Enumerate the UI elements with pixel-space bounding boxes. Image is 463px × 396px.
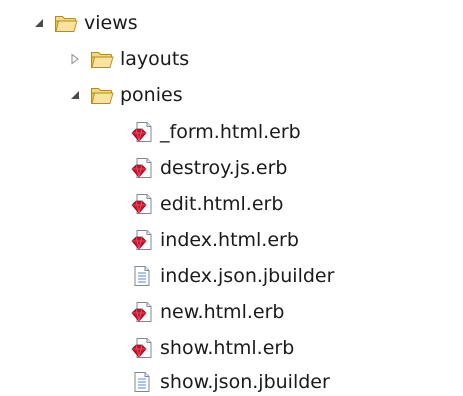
folder-open-icon bbox=[90, 48, 114, 70]
ruby-file-icon bbox=[130, 229, 154, 251]
tree-file-label: index.html.erb bbox=[160, 229, 299, 251]
tree-node-label: layouts bbox=[120, 48, 190, 70]
tree-node-views[interactable]: views bbox=[30, 8, 138, 38]
ruby-file-icon bbox=[130, 193, 154, 215]
tree-file-label: _form.html.erb bbox=[160, 121, 301, 143]
expanded-arrow-icon[interactable] bbox=[66, 86, 84, 104]
tree-file-label: destroy.js.erb bbox=[160, 157, 288, 179]
ruby-file-icon bbox=[130, 337, 154, 359]
tree-file-destroy-js-erb[interactable]: destroy.js.erb bbox=[130, 153, 287, 183]
collapsed-arrow-icon[interactable] bbox=[66, 50, 84, 68]
tree-file-index-html-erb[interactable]: index.html.erb bbox=[130, 225, 299, 255]
tree-file-label: show.html.erb bbox=[160, 337, 295, 359]
tree-file-show-html-erb[interactable]: show.html.erb bbox=[130, 333, 294, 363]
ruby-file-icon bbox=[130, 301, 154, 323]
tree-file-index-json-jbuilder[interactable]: index.json.jbuilder bbox=[130, 261, 334, 291]
ruby-file-icon bbox=[130, 157, 154, 179]
tree-file-label: new.html.erb bbox=[160, 301, 285, 323]
tree-node-label: ponies bbox=[120, 84, 183, 106]
tree-file-label: show.json.jbuilder bbox=[160, 371, 330, 393]
tree-file-label: edit.html.erb bbox=[160, 193, 284, 215]
text-file-icon bbox=[130, 265, 154, 287]
tree-file-form-html-erb[interactable]: _form.html.erb bbox=[130, 117, 301, 147]
tree-file-edit-html-erb[interactable]: edit.html.erb bbox=[130, 189, 283, 219]
tree-file-new-html-erb[interactable]: new.html.erb bbox=[130, 297, 284, 327]
folder-open-icon bbox=[54, 12, 78, 34]
tree-file-label: index.json.jbuilder bbox=[160, 265, 335, 287]
expanded-arrow-icon[interactable] bbox=[30, 14, 48, 32]
tree-node-ponies[interactable]: ponies bbox=[66, 80, 183, 110]
folder-open-icon bbox=[90, 84, 114, 106]
text-file-icon bbox=[130, 371, 154, 393]
tree-file-show-json-jbuilder[interactable]: show.json.jbuilder bbox=[130, 367, 330, 396]
tree-node-layouts[interactable]: layouts bbox=[66, 44, 189, 74]
tree-node-label: views bbox=[84, 12, 138, 34]
project-tree: views layouts ponies _form.html.erb dest… bbox=[0, 0, 463, 396]
ruby-file-icon bbox=[130, 121, 154, 143]
